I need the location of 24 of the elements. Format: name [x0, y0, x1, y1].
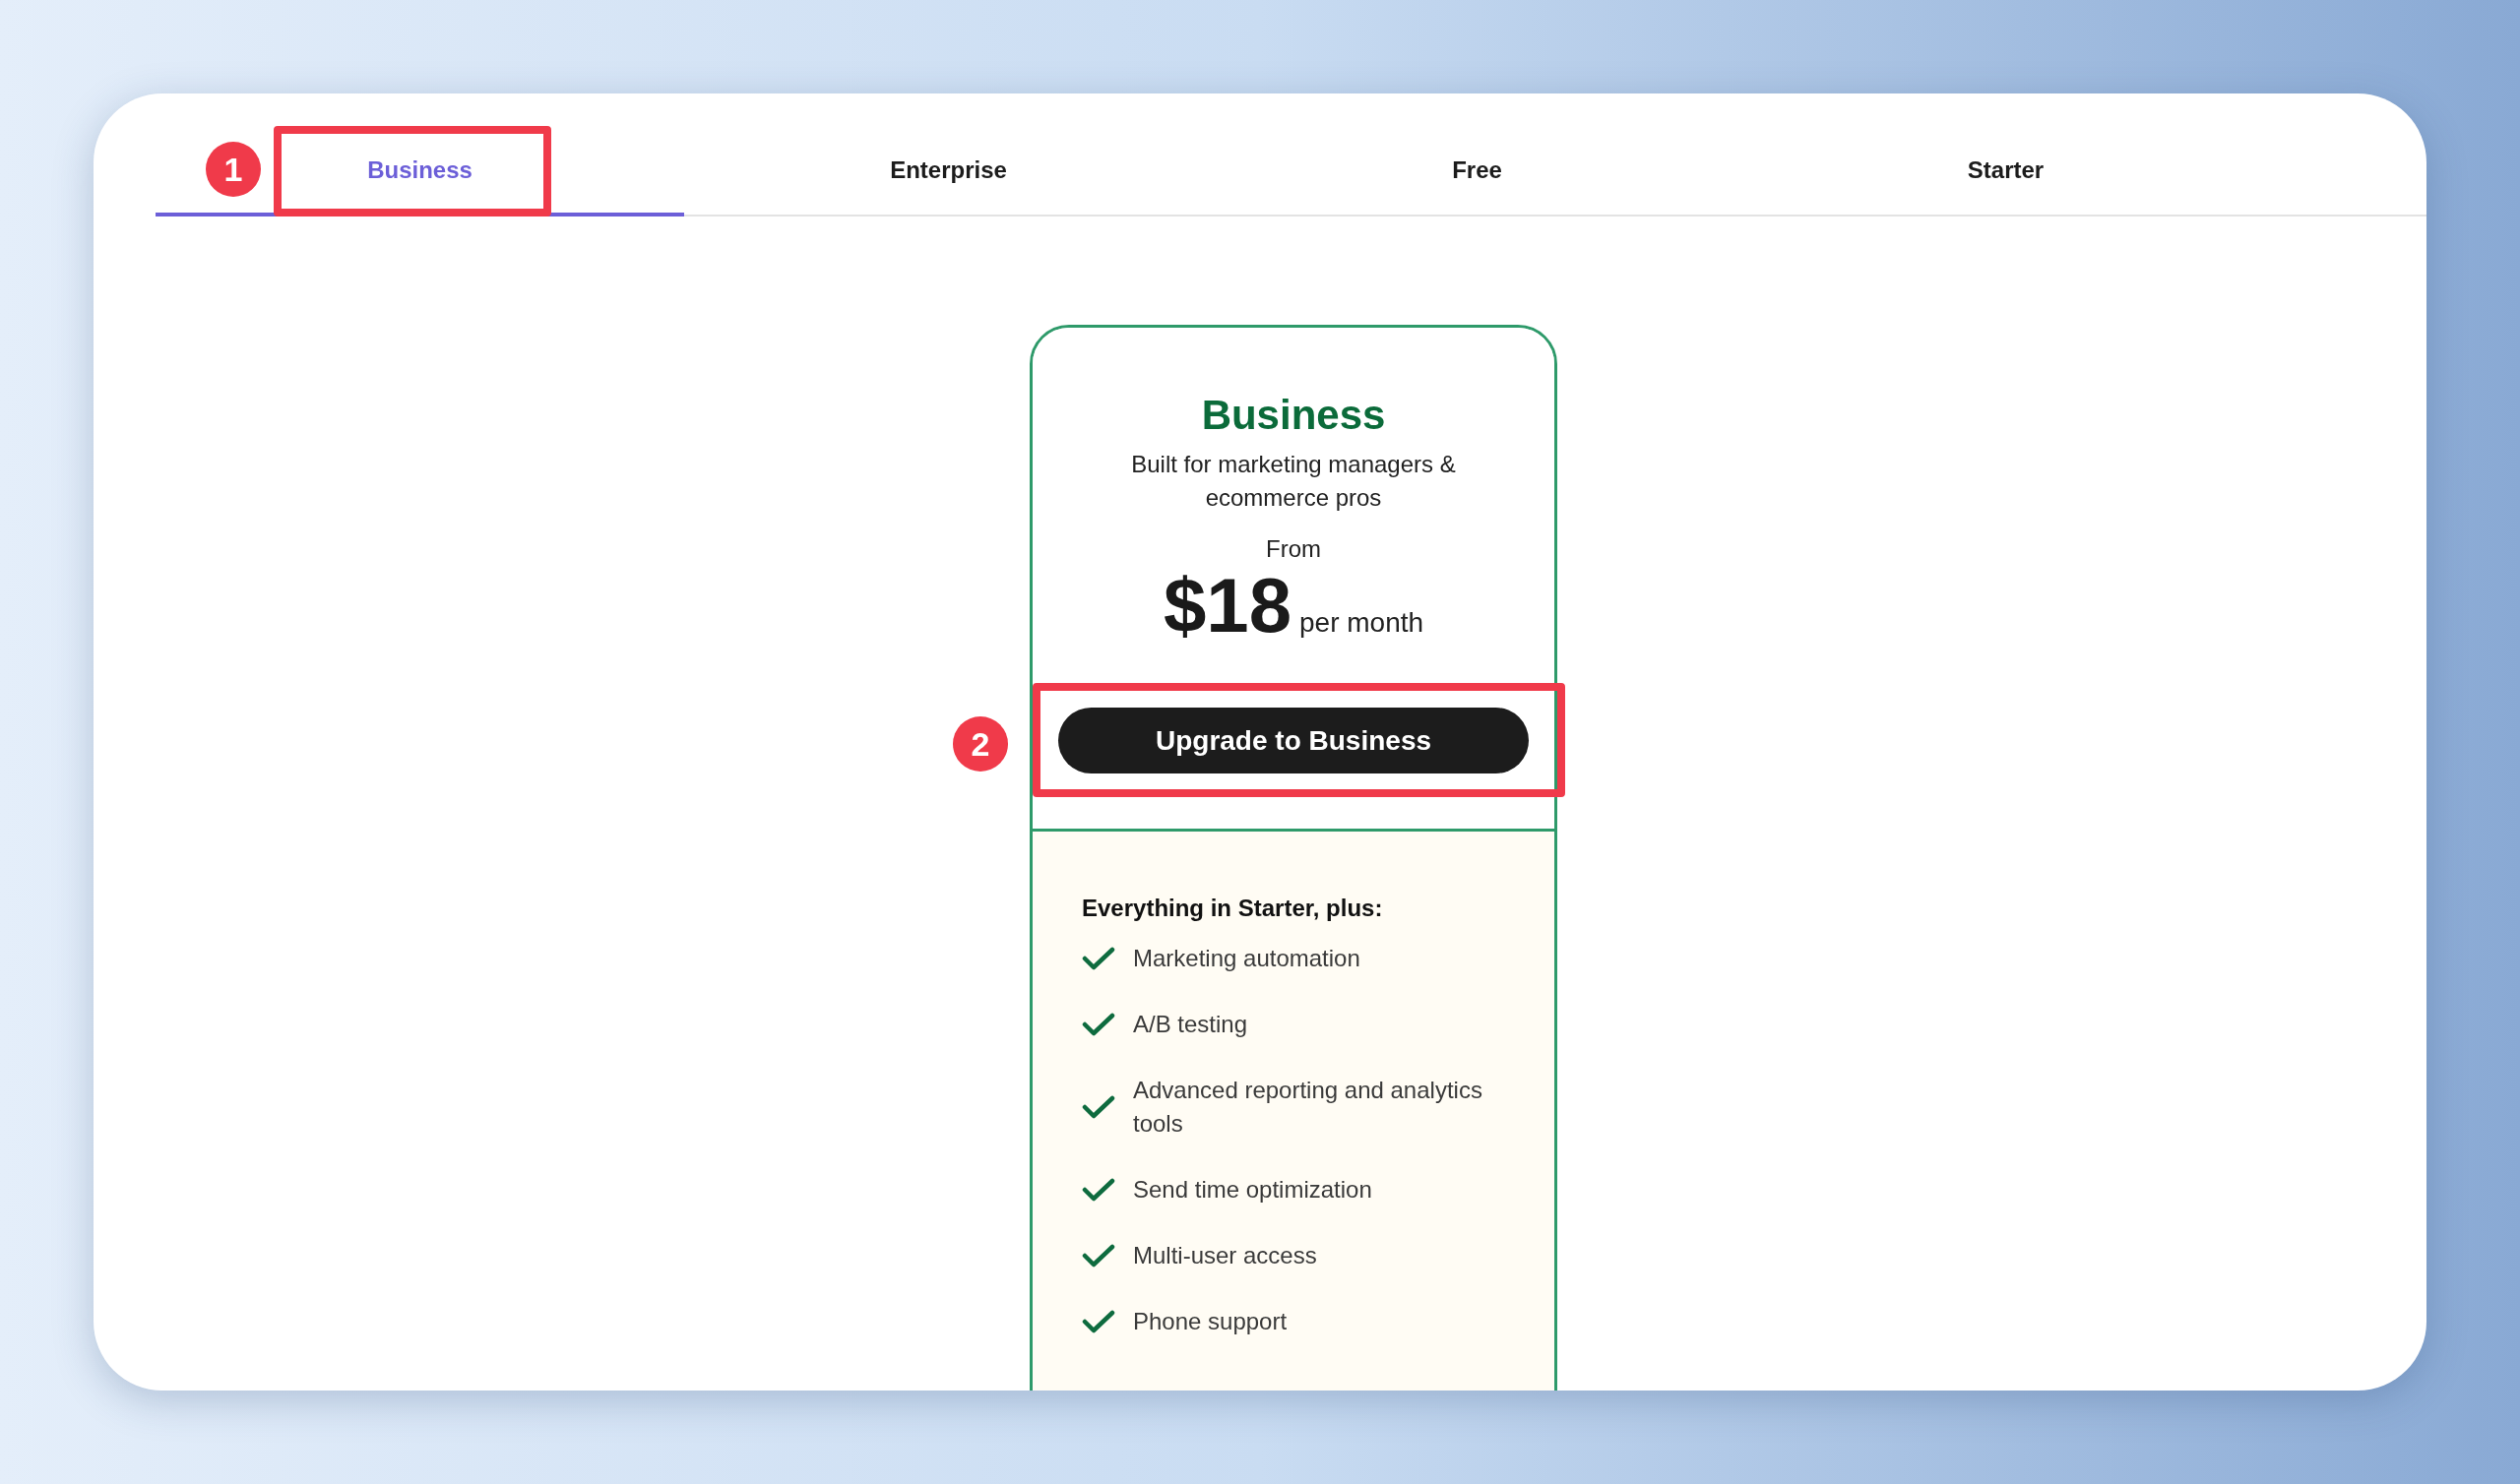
step-number-badge: 2: [953, 716, 1008, 772]
price-amount: $18: [1163, 564, 1292, 647]
checkmark-icon: [1082, 1243, 1115, 1268]
feature-text: A/B testing: [1133, 1010, 1249, 1039]
feature-text: Multi-user access: [1133, 1241, 1318, 1270]
plan-tagline: Built for marketing managers & ecommerce pros: [1130, 450, 1457, 513]
feature-text: Send time optimization: [1133, 1175, 1373, 1205]
checkmark-icon: [1082, 1309, 1115, 1334]
plan-tab[interactable]: Free: [1213, 128, 1741, 216]
plan-tab[interactable]: Starter: [1741, 128, 2270, 216]
features-heading: Everything in Starter, plus:: [1082, 894, 1384, 923]
feature-text: Marketing automation: [1133, 944, 1361, 973]
plan-tab[interactable]: Enterprise: [684, 128, 1213, 216]
checkmark-icon: [1082, 1012, 1115, 1037]
price-unit: per month: [1299, 606, 1424, 640]
feature-text: Advanced reporting and analytics tools: [1133, 1076, 1483, 1139]
checkmark-icon: [1082, 1094, 1115, 1120]
step-number-badge: 1: [206, 142, 261, 197]
feature-text: Phone support: [1133, 1307, 1289, 1336]
checkmark-icon: [1082, 1177, 1115, 1203]
checkmark-icon: [1082, 946, 1115, 971]
upgrade-button[interactable]: Upgrade to Business: [1058, 708, 1529, 773]
price-prefix: From: [1266, 534, 1321, 564]
plan-title: Business: [1201, 391, 1386, 440]
